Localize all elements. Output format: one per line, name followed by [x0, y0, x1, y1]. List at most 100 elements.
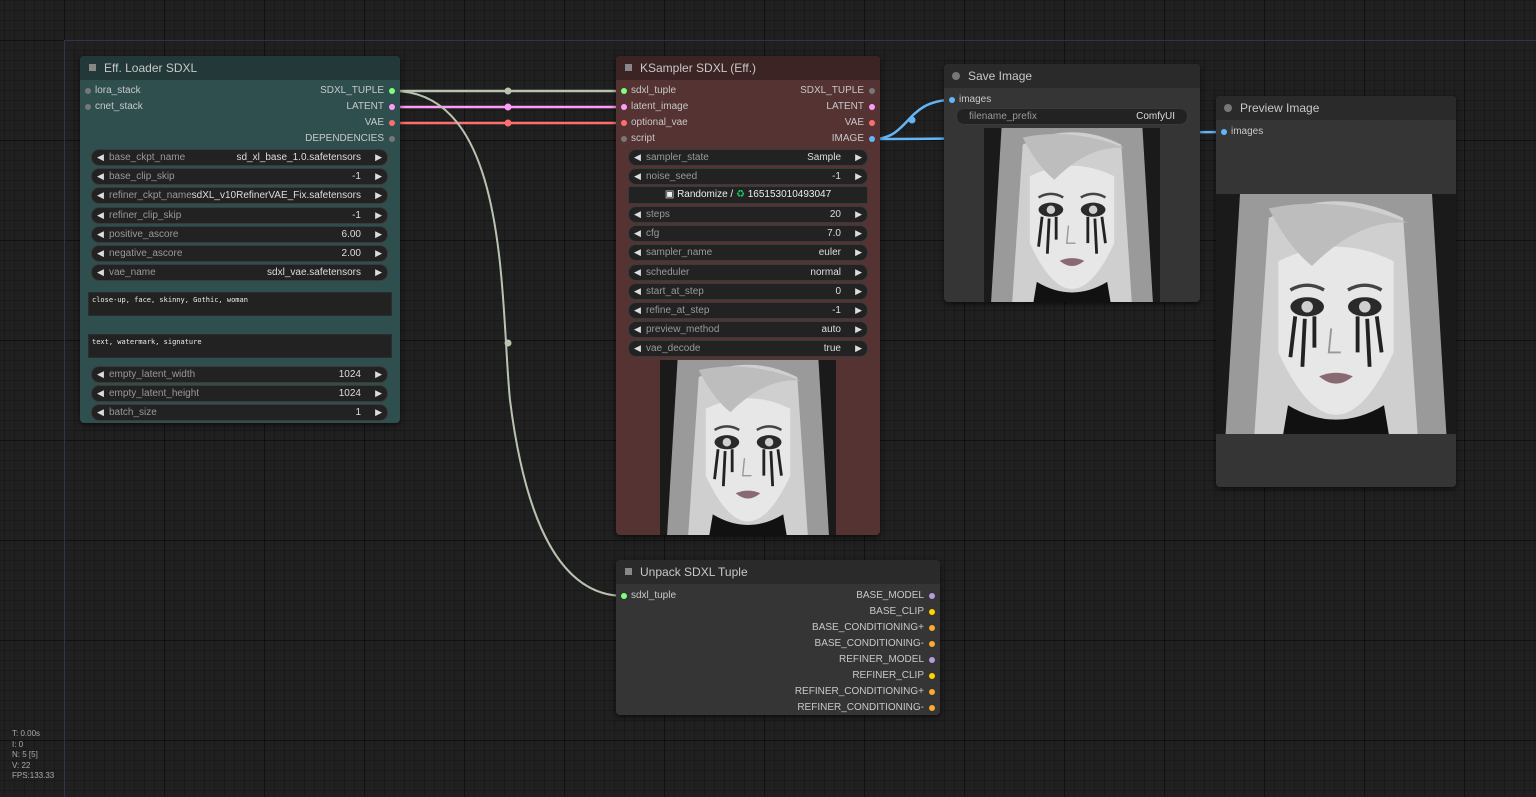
slot-dot[interactable] — [869, 104, 875, 110]
arrow-right-icon[interactable]: ▶ — [855, 265, 862, 280]
widget-batch-size[interactable]: ◀ batch_size 1 ▶ — [91, 404, 388, 422]
slot-dot[interactable] — [869, 88, 875, 94]
arrow-left-icon[interactable]: ◀ — [97, 246, 104, 261]
arrow-right-icon[interactable]: ▶ — [375, 405, 382, 420]
arrow-left-icon[interactable]: ◀ — [634, 303, 641, 318]
arrow-right-icon[interactable]: ▶ — [855, 322, 862, 337]
collapse-dot-icon[interactable] — [1224, 104, 1232, 112]
widget-negative-ascore[interactable]: ◀ negative_ascore 2.00 ▶ — [91, 245, 388, 262]
arrow-left-icon[interactable]: ◀ — [634, 341, 641, 356]
widget-vae-name[interactable]: ◀ vae_name sdxl_vae.safetensors ▶ — [91, 264, 388, 282]
arrow-left-icon[interactable]: ◀ — [634, 150, 641, 165]
ksampler-sdxl-node[interactable]: KSampler SDXL (Eff.) sdxl_tuple SDXL_TUPL… — [616, 56, 880, 535]
arrow-right-icon[interactable]: ▶ — [375, 367, 382, 382]
arrow-left-icon[interactable]: ◀ — [97, 367, 104, 382]
arrow-right-icon[interactable]: ▶ — [375, 150, 382, 165]
slot-dot[interactable] — [621, 88, 627, 94]
arrow-left-icon[interactable]: ◀ — [634, 169, 641, 184]
slot-dot[interactable] — [621, 136, 627, 142]
arrow-right-icon[interactable]: ▶ — [855, 169, 862, 184]
preview-image-node[interactable]: Preview Image images — [1216, 96, 1456, 487]
arrow-right-icon[interactable]: ▶ — [375, 265, 382, 280]
slot-dot[interactable] — [621, 120, 627, 126]
output-slot[interactable]: REFINER_CONDITIONING- — [616, 700, 940, 716]
collapse-box-icon[interactable] — [89, 64, 96, 71]
arrow-left-icon[interactable]: ◀ — [634, 322, 641, 337]
widget-steps[interactable]: ◀ steps 20 ▶ — [628, 206, 868, 223]
save-image-node[interactable]: Save Image images filename_prefix ComfyU… — [944, 64, 1200, 302]
arrow-right-icon[interactable]: ▶ — [855, 226, 862, 241]
slot-dot[interactable] — [929, 689, 935, 695]
node-title-bar[interactable]: Preview Image — [1216, 96, 1456, 120]
slot-dot[interactable] — [389, 120, 395, 126]
slot-dot[interactable] — [1221, 129, 1227, 135]
widget-refine-at-step[interactable]: ◀ refine_at_step -1 ▶ — [628, 302, 868, 319]
output-slot[interactable]: REFINER_MODEL — [616, 652, 940, 668]
arrow-left-icon[interactable]: ◀ — [97, 169, 104, 184]
output-slot[interactable]: VAE — [80, 115, 400, 131]
widget-empty-latent-width[interactable]: ◀ empty_latent_width 1024 ▶ — [91, 366, 388, 383]
arrow-left-icon[interactable]: ◀ — [97, 227, 104, 242]
widget-empty-latent-height[interactable]: ◀ empty_latent_height 1024 ▶ — [91, 385, 388, 403]
collapse-dot-icon[interactable] — [952, 72, 960, 80]
arrow-right-icon[interactable]: ▶ — [855, 245, 862, 260]
node-title-bar[interactable]: Unpack SDXL Tuple — [616, 560, 940, 584]
arrow-right-icon[interactable]: ▶ — [855, 303, 862, 318]
slot-dot[interactable] — [869, 120, 875, 126]
slot-dot[interactable] — [949, 97, 955, 103]
arrow-right-icon[interactable]: ▶ — [855, 150, 862, 165]
arrow-left-icon[interactable]: ◀ — [97, 188, 104, 203]
input-slot[interactable]: sdxl_tuple SDXL_TUPLE — [616, 83, 880, 99]
arrow-right-icon[interactable]: ▶ — [855, 284, 862, 299]
output-slot[interactable]: BASE_CONDITIONING+ — [616, 620, 940, 636]
slot-dot[interactable] — [929, 609, 935, 615]
output-slot[interactable]: sdxl_tuple BASE_MODEL — [616, 588, 940, 604]
input-slot[interactable]: images — [1216, 124, 1456, 140]
widget-base-ckpt-name[interactable]: ◀ base_ckpt_name sd_xl_base_1.0.safetensor… — [91, 149, 388, 166]
slot-dot[interactable] — [389, 104, 395, 110]
widget-start-at-step[interactable]: ◀ start_at_step 0 ▶ — [628, 282, 868, 300]
input-slot[interactable]: optional_vae VAE — [616, 115, 880, 131]
arrow-left-icon[interactable]: ◀ — [634, 245, 641, 260]
widget-noise-seed[interactable]: ◀ noise_seed -1 ▶ — [628, 168, 868, 186]
arrow-left-icon[interactable]: ◀ — [97, 265, 104, 280]
arrow-right-icon[interactable]: ▶ — [375, 386, 382, 401]
slot-dot[interactable] — [929, 625, 935, 631]
slot-dot[interactable] — [389, 88, 395, 94]
negative-prompt-textbox[interactable]: text, watermark, signature — [88, 334, 392, 358]
arrow-right-icon[interactable]: ▶ — [855, 341, 862, 356]
arrow-left-icon[interactable]: ◀ — [97, 386, 104, 401]
randomize-seed-button[interactable]: ▣ Randomize / ♻ 165153010493047 — [628, 186, 868, 204]
widget-sampler-name[interactable]: ◀ sampler_name euler ▶ — [628, 244, 868, 262]
slot-dot[interactable] — [929, 673, 935, 679]
unpack-sdxl-tuple-node[interactable]: Unpack SDXL Tuple sdxl_tuple BASE_MODEL BA… — [616, 560, 940, 715]
node-title-bar[interactable]: Save Image — [944, 64, 1200, 88]
input-slot[interactable]: cnet_stack LATENT — [80, 99, 400, 115]
arrow-right-icon[interactable]: ▶ — [375, 169, 382, 184]
arrow-left-icon[interactable]: ◀ — [634, 207, 641, 222]
output-slot[interactable]: DEPENDENCIES — [80, 131, 400, 147]
widget-refiner-clip-skip[interactable]: ◀ refiner_clip_skip -1 ▶ — [91, 206, 388, 224]
positive-prompt-textbox[interactable]: close-up, face, skinny, Gothic, woman — [88, 292, 392, 316]
widget-refiner-ckpt-name[interactable]: ◀ refiner_ckpt_name sdXL_v10RefinerVAE_Fix… — [91, 187, 388, 205]
arrow-right-icon[interactable]: ▶ — [375, 188, 382, 203]
slot-dot[interactable] — [929, 593, 935, 599]
eff-loader-sdxl-node[interactable]: Eff. Loader SDXL lora_stack SDXL_TUPLE cn… — [80, 56, 400, 423]
filename-prefix-input[interactable]: filename_prefix ComfyUI — [956, 108, 1188, 125]
arrow-left-icon[interactable]: ◀ — [97, 405, 104, 420]
output-slot[interactable]: REFINER_CLIP — [616, 668, 940, 684]
node-title-bar[interactable]: KSampler SDXL (Eff.) — [616, 56, 880, 80]
arrow-right-icon[interactable]: ▶ — [375, 246, 382, 261]
slot-dot[interactable] — [389, 136, 395, 142]
node-title-bar[interactable]: Eff. Loader SDXL — [80, 56, 400, 80]
slot-dot[interactable] — [85, 88, 91, 94]
arrow-left-icon[interactable]: ◀ — [97, 208, 104, 223]
arrow-left-icon[interactable]: ◀ — [97, 150, 104, 165]
widget-scheduler[interactable]: ◀ scheduler normal ▶ — [628, 263, 868, 281]
input-slot[interactable]: latent_image LATENT — [616, 99, 880, 115]
arrow-right-icon[interactable]: ▶ — [375, 208, 382, 223]
slot-dot[interactable] — [929, 657, 935, 663]
slot-dot[interactable] — [621, 104, 627, 110]
arrow-left-icon[interactable]: ◀ — [634, 226, 641, 241]
slot-dot[interactable] — [869, 136, 875, 142]
